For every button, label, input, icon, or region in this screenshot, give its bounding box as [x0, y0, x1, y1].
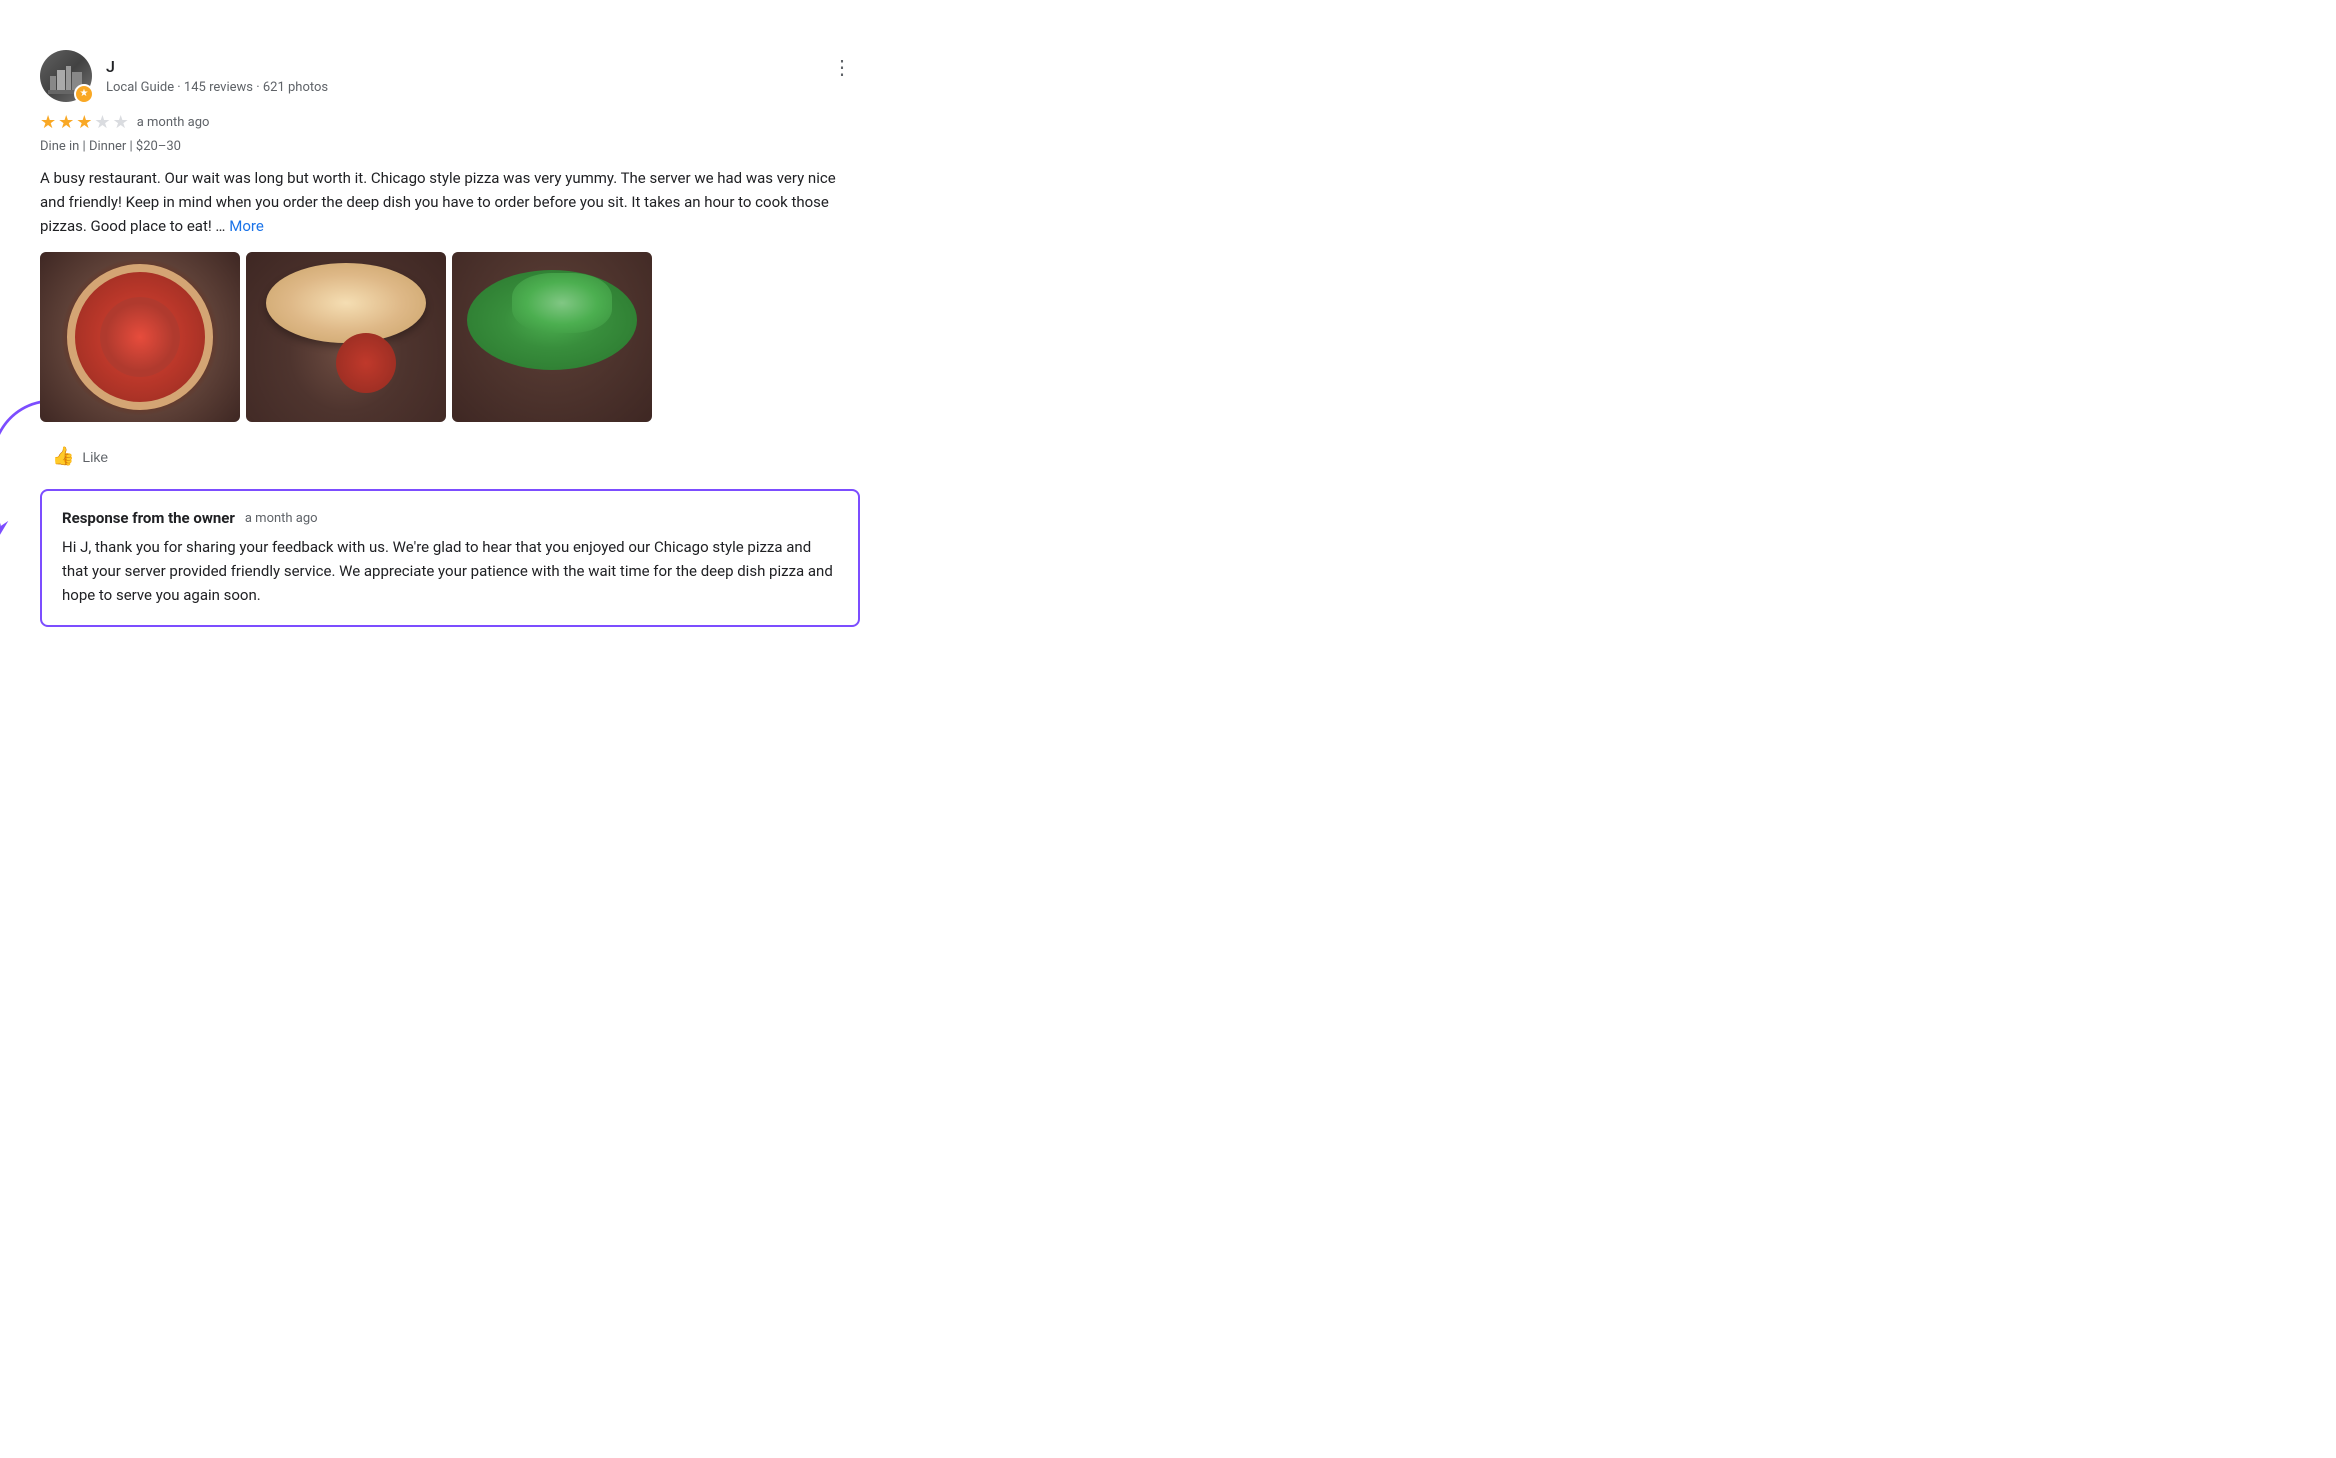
like-label: Like [82, 449, 108, 465]
review-photo-pizza[interactable] [40, 252, 240, 422]
stars: ★ ★ ★ ★ ★ [40, 112, 129, 133]
review-card: ★ J Local Guide · 145 reviews · 621 phot… [40, 30, 860, 647]
review-header: ★ J Local Guide · 145 reviews · 621 phot… [40, 50, 860, 102]
like-button[interactable]: 👍 Like [40, 440, 120, 473]
review-photos [40, 252, 860, 422]
owner-response-title: Response from the owner [62, 509, 235, 527]
review-text: A busy restaurant. Our wait was long but… [40, 166, 860, 238]
owner-response-time: a month ago [245, 511, 318, 526]
pizza-image [40, 252, 240, 422]
reviewer-info: ★ J Local Guide · 145 reviews · 621 phot… [40, 50, 328, 102]
local-guide-star-icon: ★ [80, 89, 89, 99]
owner-response-text: Hi J, thank you for sharing your feedbac… [62, 535, 838, 607]
owner-response: Response from the owner a month ago Hi J… [40, 489, 860, 627]
avatar-wrap: ★ [40, 50, 92, 102]
review-text-content: A busy restaurant. Our wait was long but… [40, 169, 836, 235]
like-row: 👍 Like [40, 440, 860, 473]
bread-image [246, 252, 446, 422]
thumbs-up-icon: 👍 [52, 446, 74, 467]
reviewer-details: J Local Guide · 145 reviews · 621 photos [106, 57, 328, 95]
review-photo-bread[interactable] [246, 252, 446, 422]
star-2: ★ [58, 112, 74, 133]
salad-image [452, 252, 652, 422]
reviewer-meta: Local Guide · 145 reviews · 621 photos [106, 80, 328, 95]
star-1: ★ [40, 112, 56, 133]
owner-response-header: Response from the owner a month ago [62, 509, 838, 527]
reviewer-name: J [106, 57, 328, 78]
review-time: a month ago [137, 115, 210, 130]
more-link[interactable]: More [229, 217, 264, 235]
star-3: ★ [76, 112, 92, 133]
more-options-button[interactable]: ⋮ [824, 50, 860, 86]
star-5: ★ [113, 112, 129, 133]
review-photo-salad[interactable] [452, 252, 652, 422]
stars-row: ★ ★ ★ ★ ★ a month ago [40, 112, 860, 133]
star-4: ★ [94, 112, 110, 133]
local-guide-badge: ★ [74, 84, 94, 104]
review-tags: Dine in | Dinner | $20–30 [40, 139, 860, 154]
